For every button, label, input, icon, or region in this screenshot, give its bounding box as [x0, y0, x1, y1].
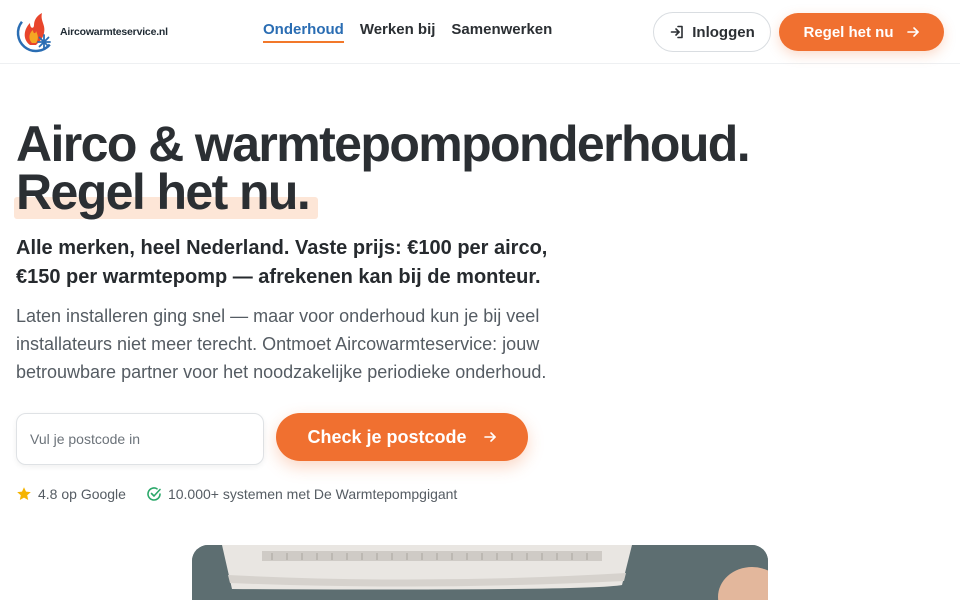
login-icon	[670, 25, 684, 39]
check-postcode-button[interactable]: Check je postcode	[276, 413, 528, 461]
site-header: Aircowarmteservice.nl Onderhoud Werken b…	[0, 0, 960, 64]
google-rating: 4.8 op Google	[16, 486, 126, 502]
cta-label: Regel het nu	[803, 23, 894, 41]
hero-subheading: Alle merken, heel Nederland. Vaste prijs…	[16, 237, 548, 288]
nav-item-werken-bij[interactable]: Werken bij	[360, 21, 436, 43]
arrow-right-icon	[483, 432, 496, 442]
page-title-line2: Regel het nu.	[16, 164, 311, 220]
page-title: Airco & warmtepomponderhoud.	[16, 116, 751, 172]
regel-het-nu-button[interactable]: Regel het nu	[779, 13, 944, 51]
login-label: Inloggen	[692, 23, 755, 41]
check-circle-icon	[147, 487, 161, 501]
flame-snowflake-icon	[16, 13, 56, 53]
main-nav: Onderhoud Werken bij Samenwerken	[263, 21, 552, 43]
airco-unit-photo	[192, 545, 768, 600]
systems-count: 10.000+ systemen met De Warmtepompgigant	[146, 486, 457, 502]
hero-description: Laten installeren ging snel — maar voor …	[16, 306, 547, 382]
arrow-right-icon	[906, 27, 919, 37]
systems-text: 10.000+ systemen met De Warmtepompgigant	[167, 486, 458, 502]
brand-name: Aircowarmteservice.nl	[60, 26, 168, 38]
nav-item-samenwerken[interactable]: Samenwerken	[451, 21, 552, 43]
nav-item-onderhoud[interactable]: Onderhoud	[263, 21, 344, 43]
login-button[interactable]: Inloggen	[653, 12, 771, 52]
brand-logo[interactable]: Aircowarmteservice.nl	[16, 11, 168, 53]
trust-bar: 4.8 op Google 10.000+ systemen met De Wa…	[16, 486, 457, 502]
star-icon	[17, 487, 31, 500]
postcode-input[interactable]	[16, 413, 264, 465]
airco-unit-illustration	[192, 545, 768, 600]
check-postcode-label: Check je postcode	[307, 426, 467, 447]
rating-text: 4.8 op Google	[38, 486, 126, 502]
